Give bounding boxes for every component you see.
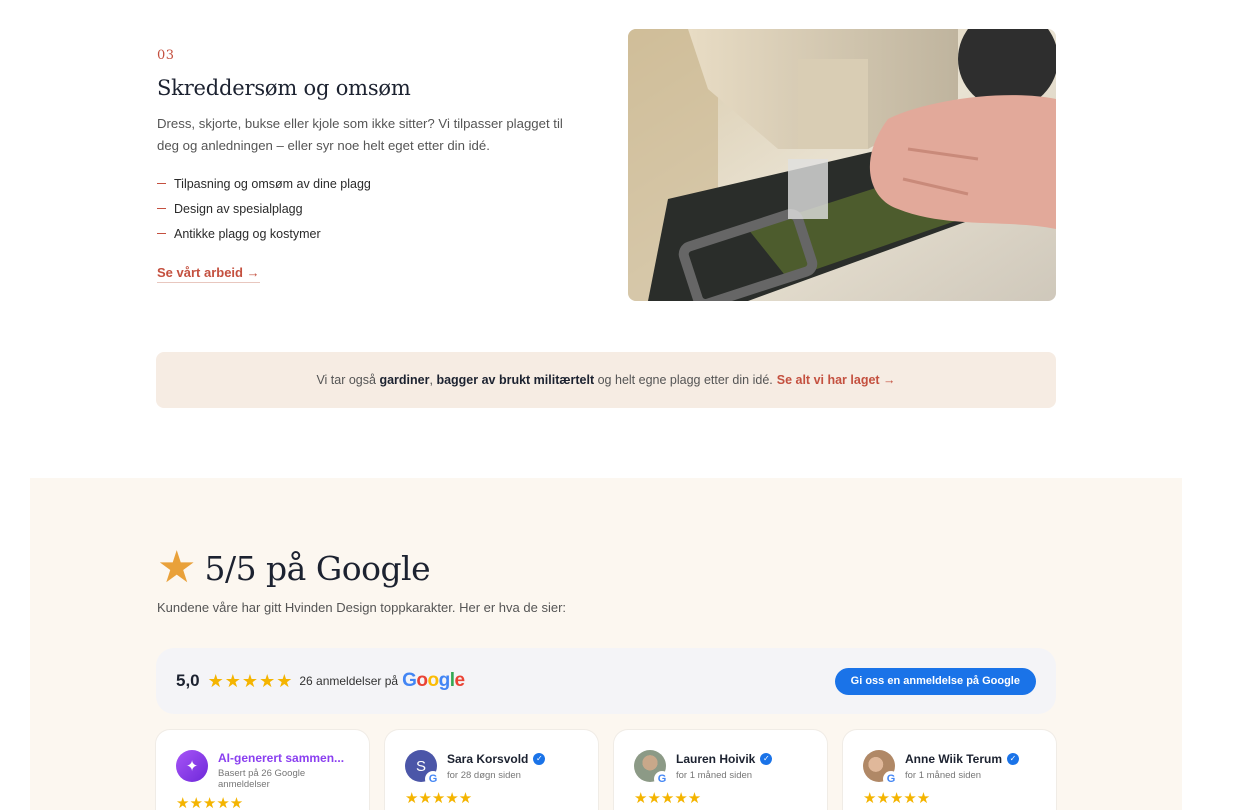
ai-summary-subtitle: Basert på 26 Google anmeldelser bbox=[218, 768, 306, 790]
service-description: Dress, skjorte, bukse eller kjole som ik… bbox=[157, 116, 563, 153]
list-item: Tilpasning og omsøm av dine plagg bbox=[157, 171, 597, 196]
reviewer-name: Lauren Hoivik ✓ bbox=[676, 752, 773, 766]
verified-icon: ✓ bbox=[533, 753, 546, 765]
google-badge-icon: G bbox=[654, 771, 670, 787]
review-cards: ✦ AI-generert sammen... Basert på 26 Goo… bbox=[156, 730, 1056, 810]
list-item: Design av spesialplagg bbox=[157, 196, 597, 221]
star-icon: ★ bbox=[207, 670, 224, 691]
reviewer-name: Anne Wiik Terum ✓ bbox=[905, 752, 1020, 766]
reviewer-name: Sara Korsvold ✓ bbox=[447, 752, 546, 766]
card-stars: ★★★★★ bbox=[863, 790, 931, 807]
dash-icon bbox=[157, 233, 166, 234]
google-badge-icon: G bbox=[883, 771, 899, 787]
see-our-work-link[interactable]: Se vårt arbeid → bbox=[157, 265, 260, 283]
star-icon: ★ bbox=[276, 670, 293, 691]
google-badge-icon: G bbox=[425, 771, 441, 787]
reviews-subtitle: Kundene våre har gitt Hvinden Design top… bbox=[157, 600, 567, 615]
card-stars: ★★★★★ bbox=[176, 795, 244, 810]
ai-summary-title: AI-generert sammen... bbox=[218, 751, 345, 765]
service-list: Tilpasning og omsøm av dine plagg Design… bbox=[157, 171, 597, 246]
service-section: 03 Skreddersøm og omsøm Dress, skjorte, … bbox=[157, 48, 597, 283]
star-icon: ★ bbox=[241, 670, 259, 691]
avatar: G bbox=[863, 750, 899, 787]
dash-icon bbox=[157, 208, 166, 209]
reviews-title: 5/5 på Google bbox=[204, 548, 431, 588]
ai-summary-card[interactable]: ✦ AI-generert sammen... Basert på 26 Goo… bbox=[156, 730, 369, 810]
sparkle-icon: ✦ bbox=[176, 750, 208, 782]
verified-icon: ✓ bbox=[1007, 753, 1020, 765]
rating-stars: ★ ★ ★ ★ ★ bbox=[208, 671, 294, 692]
also-offer-banner: Vi tar også gardiner, bagger av brukt mi… bbox=[156, 352, 1056, 408]
star-icon: ★ bbox=[157, 543, 197, 592]
star-icon: ★ bbox=[224, 670, 241, 691]
reviews-heading: ★ 5/5 på Google bbox=[157, 543, 431, 592]
dash-icon bbox=[157, 183, 166, 184]
google-logo: Google bbox=[402, 670, 465, 691]
write-review-button[interactable]: Gi oss en anmeldelse på Google bbox=[834, 667, 1036, 695]
avatar: S G bbox=[405, 750, 441, 787]
card-stars: ★★★★★ bbox=[405, 790, 473, 807]
review-card[interactable]: S G Sara Korsvold ✓ for 28 døgn siden ★★★… bbox=[385, 730, 598, 810]
avatar: G bbox=[634, 750, 670, 787]
review-time: for 1 måned siden bbox=[676, 770, 753, 781]
rating-summary: 5,0 ★ ★ ★ ★ ★ 26 anmeldelser på Google Gi os… bbox=[156, 648, 1056, 714]
service-number: 03 bbox=[157, 48, 175, 63]
review-count: 26 anmeldelser på bbox=[299, 674, 399, 688]
rating-score: 5,0 bbox=[176, 671, 200, 690]
review-time: for 28 døgn siden bbox=[447, 770, 521, 781]
review-card[interactable]: G Anne Wiik Terum ✓ for 1 måned siden ★★★… bbox=[843, 730, 1056, 810]
star-icon: ★ bbox=[259, 670, 276, 691]
sewing-machine-photo bbox=[628, 29, 1056, 301]
service-title: Skreddersøm og omsøm bbox=[157, 76, 411, 100]
verified-icon: ✓ bbox=[760, 753, 773, 765]
see-all-link[interactable]: Se alt vi har laget → bbox=[777, 373, 896, 387]
card-stars: ★★★★★ bbox=[634, 790, 702, 807]
review-time: for 1 måned siden bbox=[905, 770, 982, 781]
review-card[interactable]: G Lauren Hoivik ✓ for 1 måned siden ★★★★★ bbox=[614, 730, 827, 810]
list-item: Antikke plagg og kostymer bbox=[157, 221, 597, 246]
